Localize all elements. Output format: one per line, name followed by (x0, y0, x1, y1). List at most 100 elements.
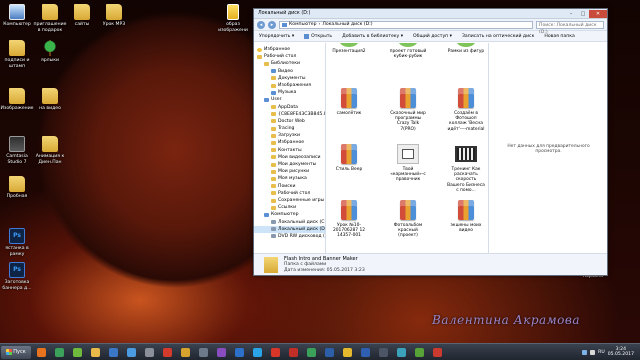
nav-item[interactable]: Моя музыка (254, 175, 325, 182)
nav-item[interactable]: Избранное (254, 46, 325, 53)
taskbar-tool-red-button[interactable] (286, 346, 301, 359)
nav-item[interactable]: Музыка (254, 89, 325, 96)
file-item[interactable]: Сказочный мир программы Crazy Talk 7(PRO… (389, 87, 427, 132)
forward-icon[interactable]: ▸ (268, 20, 276, 29)
nav-item[interactable]: Рабочий стол (254, 53, 325, 60)
taskbar-onenote-button[interactable] (214, 346, 229, 359)
window-titlebar[interactable]: Локальный диск (D:) – □ ✕ (254, 9, 607, 19)
maximize-button[interactable]: □ (577, 10, 589, 18)
taskbar-vpn-button[interactable] (394, 346, 409, 359)
nav-item[interactable]: AppData (254, 104, 325, 111)
add-to-library-button[interactable]: Добавить в библиотеку ▾ (342, 34, 403, 39)
file-item[interactable]: Стиль Веер (330, 143, 368, 172)
desktop-icon[interactable]: образ изображени (216, 4, 250, 33)
file-item[interactable]: Создаём в Фотошоп коллаж 'Весна идёт'---… (447, 87, 485, 132)
taskbar-camtasia-button[interactable] (412, 346, 427, 359)
file-item[interactable]: Фотоальбом красный (проект) (389, 199, 427, 239)
desktop-icon[interactable]: сайты (65, 4, 99, 28)
nav-item[interactable]: Контакты (254, 147, 325, 154)
taskbar-opera-button[interactable] (160, 346, 175, 359)
file-item[interactable]: проект готовый кубик-рубик (389, 43, 427, 59)
open-button[interactable]: Открыть (304, 33, 332, 39)
taskbar-firefox-button[interactable] (34, 346, 49, 359)
nav-item[interactable]: Изображения (254, 82, 325, 89)
taskbar-photoshop-button[interactable] (232, 346, 247, 359)
file-item[interactable]: Тренинг Как раскачать скорость Вашего Би… (447, 143, 485, 193)
nav-item[interactable]: Видео (254, 68, 325, 75)
nav-item[interactable]: Мои документы (254, 161, 325, 168)
taskbar-settings-button[interactable] (142, 346, 157, 359)
nav-item[interactable]: Локальный диск (D:) (254, 225, 325, 233)
taskbar-store-button[interactable] (124, 346, 139, 359)
taskbar-skype-button[interactable] (250, 346, 265, 359)
start-button[interactable]: Пуск (1, 345, 31, 359)
breadcrumb-computer[interactable]: Компьютер (289, 22, 317, 27)
language-indicator[interactable]: RU (598, 350, 605, 355)
nav-item[interactable]: Поиски (254, 183, 325, 190)
nav-item[interactable]: Мои рисунки (254, 168, 325, 175)
desktop-icon[interactable]: Ps Заготовка баннера д... (0, 262, 34, 291)
desktop-icon[interactable]: Ps ястанка в рамку (0, 228, 34, 257)
share-label: Общий доступ ▾ (413, 33, 452, 39)
burn-button[interactable]: Записать на оптический диск (462, 34, 534, 39)
taskbar-media-button[interactable] (106, 346, 121, 359)
file-item[interactable]: самолётик (330, 87, 368, 116)
taskbar-explorer-button[interactable] (88, 346, 103, 359)
file-item[interactable]: Рамки из фигур (447, 43, 485, 54)
desktop-icon[interactable]: Camtasia Studio 7 (0, 136, 34, 165)
nav-item[interactable]: Компьютер (254, 211, 325, 218)
taskbar-app-blue-button[interactable] (358, 346, 373, 359)
nav-item[interactable]: Локальный диск (C:) (254, 219, 325, 226)
taskbar-at-app-button[interactable] (178, 346, 193, 359)
taskbar-chrome-2-button[interactable] (304, 346, 319, 359)
network-icon[interactable] (582, 349, 588, 355)
taskbar-word-button[interactable] (322, 346, 337, 359)
desktop-icon[interactable]: Пробная (0, 176, 34, 200)
utorrent-icon (73, 347, 82, 357)
desktop-icon[interactable]: ярлыки (33, 40, 67, 64)
breadcrumb-drive[interactable]: Локальный диск (D:) (322, 22, 372, 27)
search-input[interactable]: Поиск: Локальный диск (D:) (536, 20, 604, 35)
taskbar-yandex-browser-button[interactable] (340, 346, 355, 359)
file-item[interactable]: Твой «карманный»-с правочник (389, 143, 427, 183)
share-button[interactable]: Общий доступ ▾ (413, 34, 452, 39)
nav-item[interactable]: DVD RW дисковод (E:) (254, 233, 325, 240)
volume-icon[interactable] (590, 349, 596, 355)
nav-item[interactable]: Библиотеки (254, 60, 325, 67)
taskbar-window-button[interactable] (196, 346, 211, 359)
desktop-icon[interactable]: Урок МР3 (97, 4, 131, 28)
organize-button[interactable]: Упорядочить ▾ (259, 34, 294, 39)
nav-item[interactable]: Doctor Web (254, 118, 325, 125)
file-item[interactable]: Урок №10-201706287 12 14357-001 (330, 199, 368, 239)
file-item[interactable]: Презентация2 (330, 43, 368, 54)
nav-item[interactable]: Tracing (254, 125, 325, 132)
taskbar-utorrent-button[interactable] (70, 346, 85, 359)
desktop-icon[interactable]: подписи и штамп (0, 40, 34, 69)
close-button[interactable]: ✕ (589, 9, 607, 18)
nav-item[interactable]: Документы (254, 75, 325, 82)
nav-item[interactable]: Ссылки (254, 204, 325, 211)
desktop-icon[interactable]: Компьютер (0, 4, 34, 28)
nav-item[interactable]: {C8E8FE43C3B845.IDEFI (254, 111, 325, 118)
nav-item[interactable]: Избранное (254, 139, 325, 146)
file-item[interactable]: экшены моих видео (447, 199, 485, 233)
nav-item[interactable]: Загрузки (254, 132, 325, 139)
desktop-icon[interactable]: Анимация к Диен.Пан (33, 136, 67, 165)
minimize-button[interactable]: – (565, 10, 577, 18)
nav-item-label: Мои документы (278, 162, 317, 167)
desktop-icon[interactable]: Изображение (0, 88, 34, 112)
taskbar-chrome-button[interactable] (52, 346, 67, 359)
clock[interactable]: 3:24 05.05.2017 (608, 347, 634, 358)
taskbar-yandex-button[interactable] (268, 346, 283, 359)
taskbar-recorder-button[interactable] (430, 346, 445, 359)
new-folder-button[interactable]: Новая папка (544, 34, 574, 39)
nav-item[interactable]: User (254, 96, 325, 103)
nav-item[interactable]: Мои видеозаписи (254, 154, 325, 161)
desktop-icon[interactable]: приглашение в подарок (33, 4, 67, 33)
taskbar-app-dark-button[interactable] (376, 346, 391, 359)
back-icon[interactable]: ◂ (257, 20, 265, 29)
desktop-icon[interactable]: на видео (33, 88, 67, 112)
nav-item[interactable]: Рабочий стол (254, 190, 325, 197)
address-bar[interactable]: Компьютер › Локальный диск (D:) (279, 20, 533, 29)
nav-item[interactable]: Сохраненные игры (254, 197, 325, 204)
